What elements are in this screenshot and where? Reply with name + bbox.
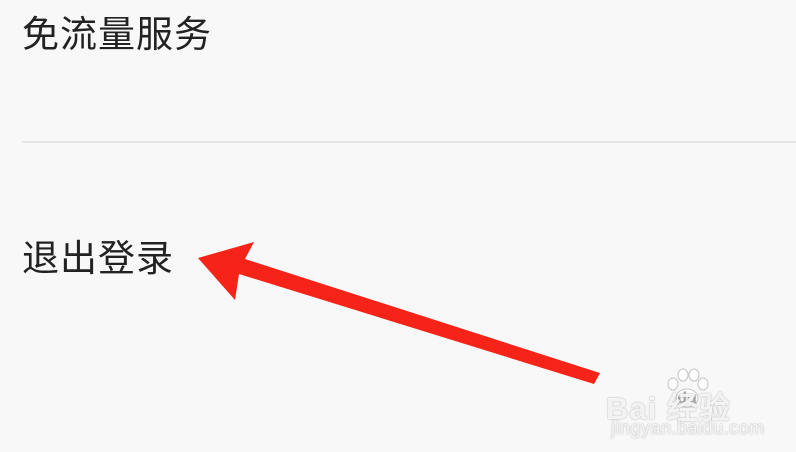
logout-item[interactable]: 退出登录 <box>0 240 796 300</box>
settings-screen: 免流量服务 退出登录 du Bai 经验 jingyan.baidu.com <box>0 0 796 452</box>
settings-divider <box>22 141 796 143</box>
svg-text:du: du <box>677 390 697 407</box>
watermark-subtext: jingyan.baidu.com <box>611 418 765 438</box>
watermark-brand: Bai 经验 <box>606 391 731 426</box>
free-data-service-item[interactable]: 免流量服务 <box>0 16 796 142</box>
free-data-service-label: 免流量服务 <box>22 13 212 56</box>
baidu-paw-icon: du <box>667 368 709 408</box>
logout-label: 退出登录 <box>22 237 174 280</box>
baidu-watermark: du Bai 经验 jingyan.baidu.com <box>606 366 786 442</box>
